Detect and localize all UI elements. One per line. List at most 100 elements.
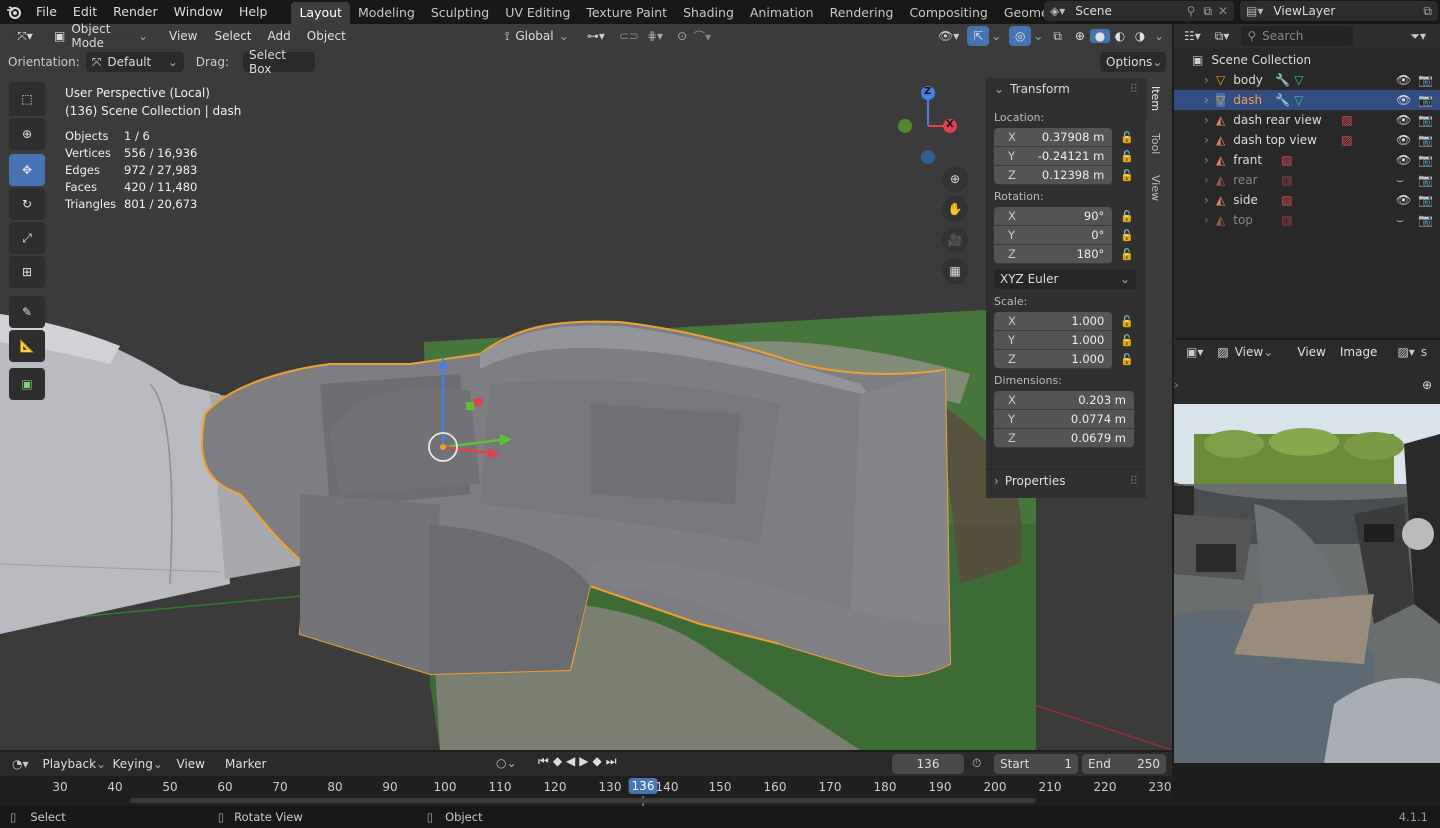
tab-texture-paint[interactable]: Texture Paint <box>578 2 675 24</box>
play-reverse-icon[interactable]: ◀ <box>566 754 575 769</box>
eye-icon[interactable]: 👁 <box>1396 153 1411 167</box>
overlay-toggle-icon[interactable]: ◎ <box>1009 26 1032 46</box>
timeline-menu-view[interactable]: View <box>169 757 213 771</box>
camera-icon[interactable]: 📷 <box>1418 213 1433 227</box>
menu-render[interactable]: Render <box>105 0 166 24</box>
drag-handle-icon[interactable]: ⠿ <box>1129 82 1138 96</box>
pivot-icon[interactable]: ⊶▾ <box>587 29 605 43</box>
expand-arrow-icon[interactable]: › <box>1204 73 1216 87</box>
eye-icon[interactable]: 👁 <box>1396 113 1411 127</box>
collapse-arrow-icon[interactable]: › <box>1174 378 1179 392</box>
jump-start-icon[interactable]: ⏮ <box>538 754 549 769</box>
modifier-icon[interactable]: 🔧 <box>1275 93 1290 107</box>
eye-icon[interactable]: 👁 <box>1396 73 1411 87</box>
shading-dropdown-icon[interactable]: ⌄ <box>1154 29 1164 43</box>
outliner-item-body[interactable]: › ▽ body 🔧 ▽ 👁 📷 <box>1174 70 1440 90</box>
gizmo-toggle-icon[interactable]: ⇱ <box>967 26 990 46</box>
menu-edit[interactable]: Edit <box>65 0 105 24</box>
camera-icon[interactable]: 📷 <box>1418 113 1433 127</box>
expand-arrow-icon[interactable]: › <box>1204 113 1216 127</box>
tab-sculpting[interactable]: Sculpting <box>423 2 497 24</box>
lock-icon[interactable]: 🔓 <box>1120 169 1134 182</box>
clock-icon[interactable]: ⏱ <box>972 756 981 771</box>
outliner-item-dash-top-view[interactable]: › ◭ dash top view ▨ 👁 📷 <box>1174 130 1440 150</box>
wireframe-shading-icon[interactable]: ⊕ <box>1070 29 1090 43</box>
zoom-icon[interactable]: ⊕ <box>1422 378 1432 392</box>
keying-dropdown[interactable]: Keying ⌄ <box>107 754 165 774</box>
outliner-search-input[interactable]: ⚲ Search <box>1241 26 1354 46</box>
current-frame-field[interactable]: 136 <box>892 754 964 774</box>
outliner-item-dash[interactable]: › ▽ dash 🔧 ▽ 👁 📷 <box>1174 90 1440 110</box>
mode-selector[interactable]: ▣ Object Mode ⌄ <box>48 22 154 50</box>
outliner-item-rear[interactable]: › ◭ rear ▨ ⌣ 📷 <box>1174 170 1440 190</box>
menu-file[interactable]: File <box>28 0 65 24</box>
rotate-tool[interactable]: ↻ <box>9 188 45 220</box>
image-menu-image[interactable]: Image <box>1332 345 1386 359</box>
overlay-dropdown-icon[interactable]: ⌄ <box>1033 29 1043 43</box>
lock-icon[interactable]: 🔓 <box>1120 248 1134 261</box>
prev-keyframe-icon[interactable]: ◆ <box>553 754 562 769</box>
close-icon[interactable]: ✕ <box>1218 4 1228 18</box>
playback-dropdown[interactable]: Playback ⌄ <box>37 754 107 774</box>
transform-orientation-selector[interactable]: ⟟ Global ⌄ <box>499 26 575 46</box>
location-x-field[interactable]: X 0.37908 m <box>994 128 1113 147</box>
rendered-shading-icon[interactable]: ◑ <box>1130 29 1150 43</box>
viewport-menu-view[interactable]: View <box>160 29 206 43</box>
options-dropdown[interactable]: Options ⌄ <box>1100 52 1166 72</box>
image-data-icon[interactable]: ▨ <box>1341 113 1352 127</box>
next-keyframe-icon[interactable]: ◆ <box>593 754 602 769</box>
xray-icon[interactable]: ⧉ <box>1053 29 1062 44</box>
lock-icon[interactable]: 🔓 <box>1120 229 1134 242</box>
cursor-tool[interactable]: ⊕ <box>9 118 45 150</box>
eye-closed-icon[interactable]: ⌣ <box>1396 173 1404 188</box>
autokey-icon[interactable]: ○⌄ <box>496 756 517 770</box>
move-tool[interactable]: ✥ <box>9 154 45 186</box>
lock-icon[interactable]: 🔓 <box>1120 334 1134 347</box>
pin-icon[interactable]: ⚲ <box>1187 4 1196 18</box>
image-editor-type-icon[interactable]: ▣▾ <box>1186 345 1203 359</box>
viewport-menu-add[interactable]: Add <box>260 29 299 43</box>
eye-icon[interactable]: 👁 <box>1396 193 1411 207</box>
expand-arrow-icon[interactable]: › <box>1204 93 1216 107</box>
drag-dropdown[interactable]: Select Box <box>242 48 315 76</box>
viewlayer-selector[interactable]: ▤▾ ViewLayer ⧉ <box>1240 1 1438 21</box>
start-frame-field[interactable]: Start 1 <box>994 754 1078 774</box>
scale-y-field[interactable]: Y 1.000 <box>994 331 1113 350</box>
rotation-mode-dropdown[interactable]: XYZ Euler ⌄ <box>994 269 1136 289</box>
camera-icon[interactable]: 📷 <box>1418 93 1433 107</box>
timeline-ruler[interactable]: 30 40 50 60 70 80 90 100 110 120 130 136… <box>0 776 1172 806</box>
tab-uv-editing[interactable]: UV Editing <box>497 2 578 24</box>
transform-tool[interactable]: ⊞ <box>9 256 45 288</box>
blender-logo-icon[interactable] <box>0 0 28 24</box>
orientation-setting-dropdown[interactable]: ⤧ Default ⌄ <box>85 52 184 72</box>
image-view-dropdown[interactable]: ▨ View ⌄ <box>1211 342 1279 362</box>
material-shading-icon[interactable]: ◐ <box>1110 29 1130 43</box>
copy-icon[interactable]: ⧉ <box>1203 4 1212 19</box>
end-frame-field[interactable]: End 250 <box>1082 754 1166 774</box>
display-mode-icon[interactable]: ⧉▾ <box>1215 29 1230 44</box>
outliner-item-frant[interactable]: › ◭ frant ▨ 👁 📷 <box>1174 150 1440 170</box>
camera-icon[interactable]: 📷 <box>1418 193 1433 207</box>
menu-help[interactable]: Help <box>231 0 276 24</box>
select-box-tool[interactable]: ⬚ <box>9 82 45 116</box>
editor-type-button[interactable]: ⤧▾ <box>8 26 42 46</box>
lock-icon[interactable]: 🔓 <box>1120 353 1134 366</box>
menu-window[interactable]: Window <box>166 0 231 24</box>
image-browse-icon[interactable]: ▨▾ <box>1397 345 1414 359</box>
snap-icon[interactable]: ⊂⊃ <box>619 29 639 43</box>
scale-x-field[interactable]: X 1.000 <box>994 312 1113 331</box>
snap-target-icon[interactable]: ⋕▾ <box>647 29 663 43</box>
filter-icon[interactable]: ⏷▾ <box>1410 29 1426 44</box>
camera-view-icon[interactable]: 🎥 <box>942 227 968 253</box>
viewport-menu-object[interactable]: Object <box>299 29 354 43</box>
mesh-data-icon[interactable]: ▽ <box>1294 93 1303 107</box>
eye-icon[interactable]: 👁 <box>1396 93 1411 107</box>
timeline-scrollbar[interactable] <box>130 798 1036 803</box>
timeline-menu-marker[interactable]: Marker <box>217 757 274 771</box>
annotate-tool[interactable]: ✎ <box>9 296 45 328</box>
expand-arrow-icon[interactable]: › <box>1204 133 1216 147</box>
rotation-y-field[interactable]: Y 0° <box>994 226 1113 245</box>
expand-arrow-icon[interactable]: › <box>1204 213 1216 227</box>
expand-arrow-icon[interactable]: › <box>1204 173 1216 187</box>
tab-modeling[interactable]: Modeling <box>350 2 423 24</box>
